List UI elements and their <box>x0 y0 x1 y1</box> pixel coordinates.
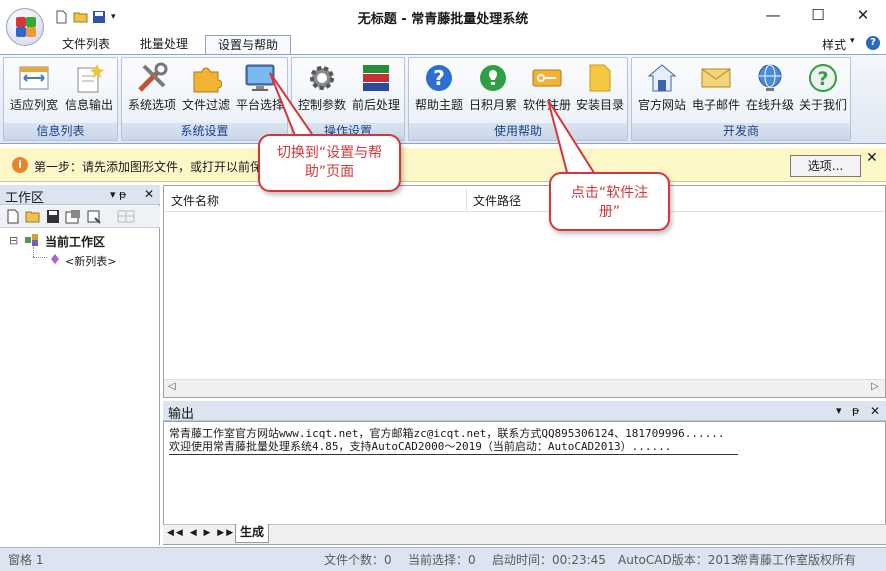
callout-arrows <box>269 72 597 177</box>
callout-switch-tab: 切换到“设置与帮助”页面 <box>258 134 401 192</box>
app-logo-icon[interactable] <box>6 8 44 46</box>
callout-click-register: 点击“软件注册” <box>549 172 670 231</box>
